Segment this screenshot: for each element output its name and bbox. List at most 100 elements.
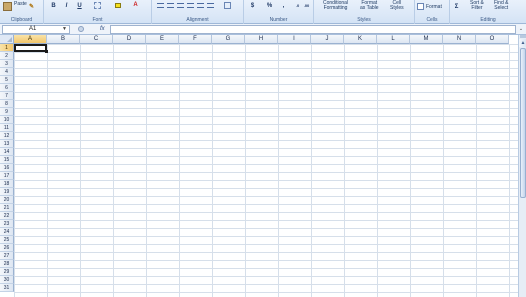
row-header-21[interactable]: 21 xyxy=(0,204,14,212)
excel-window: Paste ✎ Clipboard B I U A Font Alignment xyxy=(0,0,526,297)
cell-styles-button[interactable]: Cell Styles xyxy=(390,1,404,11)
font-group: B I U A Font xyxy=(44,0,152,24)
column-header-k[interactable]: K xyxy=(344,35,377,44)
row-header-12[interactable]: 12 xyxy=(0,132,14,140)
borders-icon[interactable] xyxy=(94,2,101,9)
row-header-7[interactable]: 7 xyxy=(0,92,14,100)
cells-group: Format Cells xyxy=(415,0,450,24)
row-header-14[interactable]: 14 xyxy=(0,148,14,156)
merge-center-icon[interactable] xyxy=(224,2,231,9)
expand-formula-bar-icon[interactable]: ⌄ xyxy=(518,26,524,33)
column-header-b[interactable]: B xyxy=(47,35,80,44)
vertical-scrollbar[interactable]: ▲ xyxy=(518,35,526,297)
row-header-30[interactable]: 30 xyxy=(0,276,14,284)
font-color-icon[interactable]: A xyxy=(132,1,139,8)
row-header-29[interactable]: 29 xyxy=(0,268,14,276)
select-all-button[interactable] xyxy=(0,35,14,44)
align-center-icon[interactable] xyxy=(167,3,174,8)
column-header-j[interactable]: J xyxy=(311,35,344,44)
number-group: $ % , .0 .00 Number xyxy=(244,0,314,24)
format-as-table-button[interactable]: Format as Table xyxy=(360,1,379,11)
row-header-5[interactable]: 5 xyxy=(0,76,14,84)
underline-button[interactable]: U xyxy=(76,2,83,9)
formula-bar: A1 ▼ fx ⌄ xyxy=(0,24,526,35)
bold-button[interactable]: B xyxy=(50,2,57,9)
row-header-11[interactable]: 11 xyxy=(0,124,14,132)
row-header-15[interactable]: 15 xyxy=(0,156,14,164)
row-header-17[interactable]: 17 xyxy=(0,172,14,180)
clipboard-group-label: Clipboard xyxy=(10,17,33,23)
comma-button[interactable]: , xyxy=(280,2,287,9)
row-header-26[interactable]: 26 xyxy=(0,244,14,252)
active-cell[interactable] xyxy=(14,44,48,53)
scroll-thumb[interactable] xyxy=(520,48,526,198)
column-header-n[interactable]: N xyxy=(443,35,476,44)
row-header-31[interactable]: 31 xyxy=(0,284,14,292)
decrease-indent-icon[interactable] xyxy=(187,3,194,8)
column-header-e[interactable]: E xyxy=(146,35,179,44)
italic-button[interactable]: I xyxy=(63,2,70,9)
row-header-20[interactable]: 20 xyxy=(0,196,14,204)
formula-input[interactable] xyxy=(110,25,516,34)
cells-area[interactable] xyxy=(14,44,518,297)
row-header-24[interactable]: 24 xyxy=(0,228,14,236)
percent-button[interactable]: % xyxy=(266,2,273,9)
sort-filter-button[interactable]: Sort & Filter xyxy=(470,1,484,11)
row-header-22[interactable]: 22 xyxy=(0,212,14,220)
row-header-23[interactable]: 23 xyxy=(0,220,14,228)
column-header-a[interactable]: A xyxy=(14,35,47,44)
row-header-2[interactable]: 2 xyxy=(0,52,14,60)
conditional-formatting-button[interactable]: Conditional Formatting xyxy=(323,1,348,11)
column-header-g[interactable]: G xyxy=(212,35,245,44)
currency-button[interactable]: $ xyxy=(249,2,256,9)
row-header-19[interactable]: 19 xyxy=(0,188,14,196)
row-header-6[interactable]: 6 xyxy=(0,84,14,92)
ribbon: Paste ✎ Clipboard B I U A Font Alignment xyxy=(0,0,526,24)
column-header-f[interactable]: F xyxy=(179,35,212,44)
fill-color-icon[interactable] xyxy=(114,2,121,9)
column-header-d[interactable]: D xyxy=(113,35,146,44)
wrap-text-icon[interactable] xyxy=(207,3,214,8)
editing-group: Σ Sort & Filter Find & Select Editing xyxy=(450,0,526,24)
row-header-8[interactable]: 8 xyxy=(0,100,14,108)
column-header-l[interactable]: L xyxy=(377,35,410,44)
row-header-25[interactable]: 25 xyxy=(0,236,14,244)
row-header-13[interactable]: 13 xyxy=(0,140,14,148)
format-button[interactable]: Format xyxy=(426,5,442,10)
format-painter-icon[interactable]: ✎ xyxy=(28,3,35,10)
format-cells-icon[interactable] xyxy=(417,3,424,10)
column-header-o[interactable]: O xyxy=(476,35,509,44)
column-header-h[interactable]: H xyxy=(245,35,278,44)
scroll-up-icon[interactable]: ▲ xyxy=(519,39,526,47)
row-header-10[interactable]: 10 xyxy=(0,116,14,124)
align-left-icon[interactable] xyxy=(157,3,164,8)
decrease-decimal-icon[interactable]: .00 xyxy=(303,2,310,9)
row-header-3[interactable]: 3 xyxy=(0,60,14,68)
column-header-m[interactable]: M xyxy=(410,35,443,44)
increase-indent-icon[interactable] xyxy=(197,3,204,8)
split-box[interactable] xyxy=(520,35,526,38)
find-select-button[interactable]: Find & Select xyxy=(494,1,508,11)
name-box-dropdown-icon[interactable]: ▼ xyxy=(62,26,67,33)
paste-button[interactable]: Paste xyxy=(14,2,27,7)
row-header-4[interactable]: 4 xyxy=(0,68,14,76)
column-header-c[interactable]: C xyxy=(80,35,113,44)
autosum-icon[interactable]: Σ xyxy=(453,3,460,10)
row-header-18[interactable]: 18 xyxy=(0,180,14,188)
column-header-i[interactable]: I xyxy=(278,35,311,44)
paste-icon[interactable] xyxy=(3,2,12,11)
row-header-28[interactable]: 28 xyxy=(0,260,14,268)
insert-function-button[interactable]: fx xyxy=(100,25,105,34)
font-group-label: Font xyxy=(92,17,103,23)
worksheet-grid: ABCDEFGHIJKLMNO 1 2 3 4 5 6 7 8 9 10 11 12 13 14 15 16 1… xyxy=(0,35,526,297)
clipboard-group: Paste ✎ Clipboard xyxy=(0,0,44,24)
name-box[interactable]: A1 ▼ xyxy=(2,25,70,34)
row-header-27[interactable]: 27 xyxy=(0,252,14,260)
cancel-entry-icon[interactable] xyxy=(78,26,84,32)
insert-function-area: fx xyxy=(78,25,108,34)
row-header-1[interactable]: 1 xyxy=(0,44,14,52)
align-right-icon[interactable] xyxy=(177,3,184,8)
row-header-16[interactable]: 16 xyxy=(0,164,14,172)
row-header-9[interactable]: 9 xyxy=(0,108,14,116)
increase-decimal-icon[interactable]: .0 xyxy=(294,2,301,9)
